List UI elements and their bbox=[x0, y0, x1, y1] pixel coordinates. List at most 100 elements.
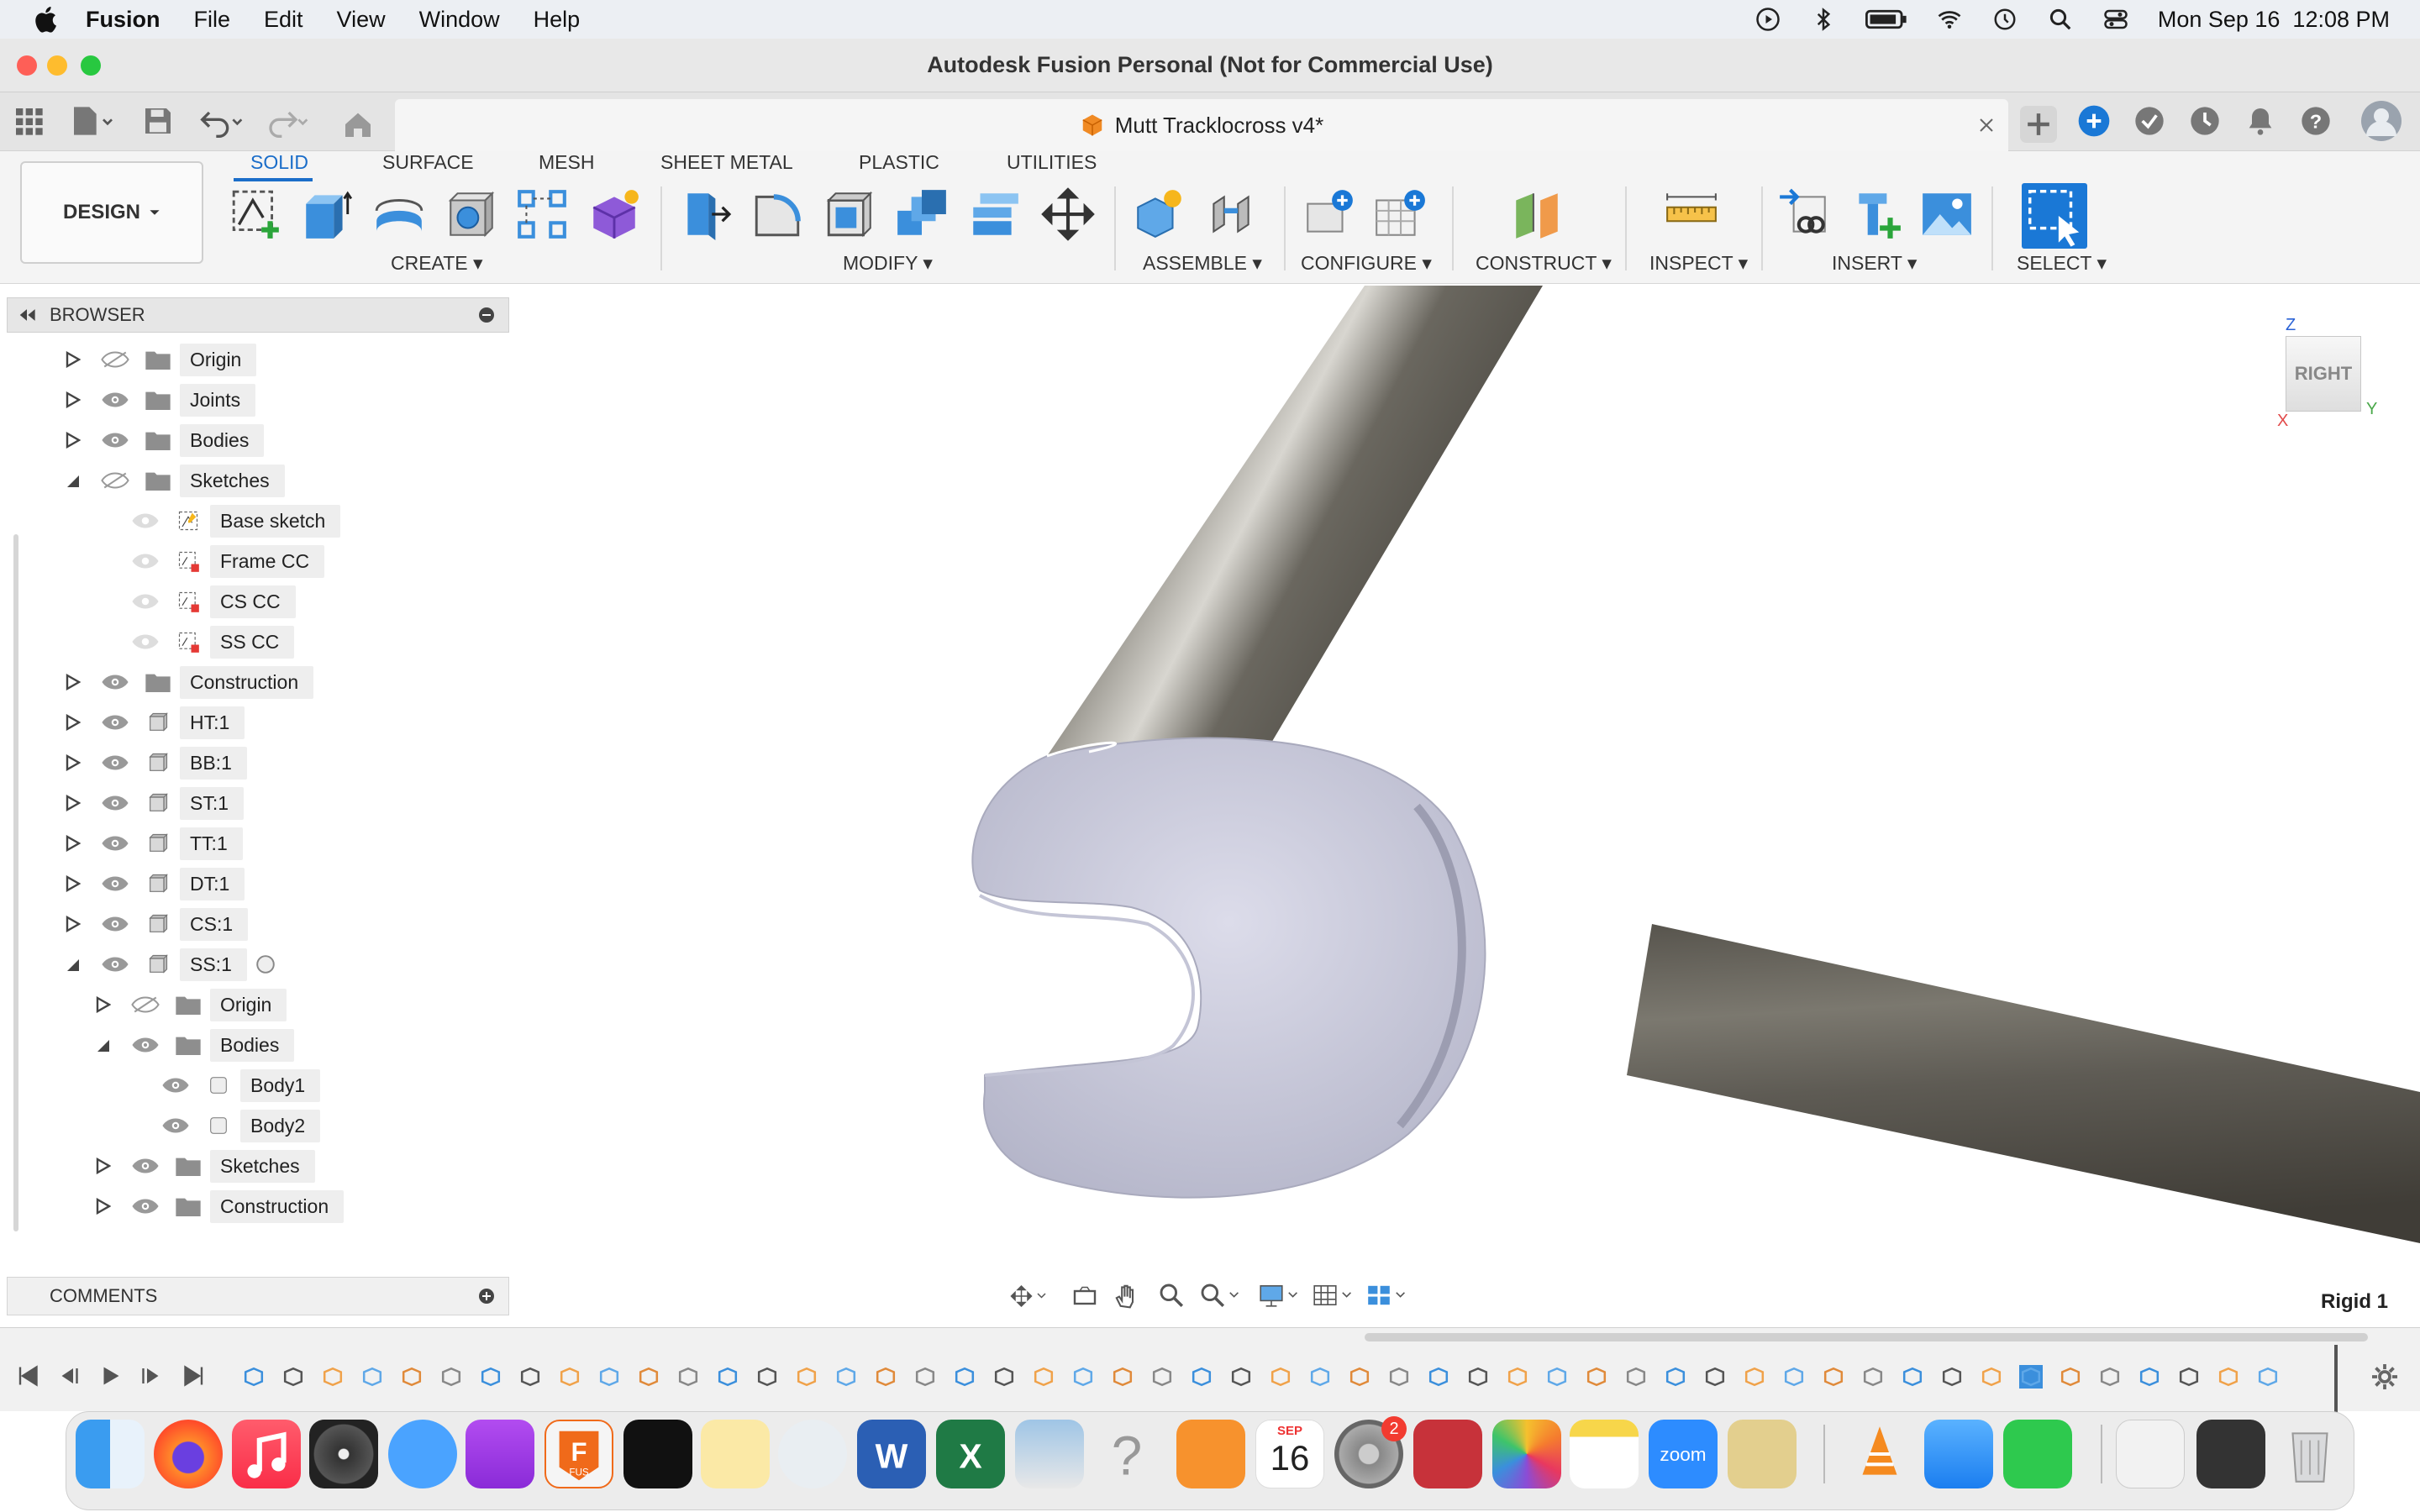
tab-sheet-metal[interactable]: SHEET METAL bbox=[660, 151, 793, 174]
offset-face-icon[interactable] bbox=[966, 186, 1022, 242]
redo-icon[interactable] bbox=[264, 104, 311, 138]
calendar-icon[interactable]: SEP 16 bbox=[1255, 1420, 1324, 1488]
select-tool-button[interactable] bbox=[2022, 183, 2087, 249]
timeline-feature-icon[interactable] bbox=[1703, 1365, 1727, 1389]
combine-icon[interactable] bbox=[894, 186, 950, 242]
browser-tree-item[interactable]: Body1 bbox=[161, 1067, 321, 1104]
new-tab-icon[interactable] bbox=[2020, 106, 2057, 143]
insert-mcmaster-icon[interactable] bbox=[1849, 186, 1904, 242]
timeline-feature-icon[interactable] bbox=[597, 1365, 621, 1389]
preview-icon[interactable] bbox=[1015, 1420, 1084, 1488]
timeline-feature-icon[interactable] bbox=[1940, 1365, 1964, 1389]
panel-minimize-icon[interactable] bbox=[478, 307, 495, 323]
browser-tree-item[interactable]: Frame CC bbox=[131, 543, 325, 580]
timeline-feature-icon[interactable] bbox=[2098, 1365, 2122, 1389]
excel-icon[interactable]: X bbox=[936, 1420, 1005, 1488]
zoom-window-icon[interactable] bbox=[1198, 1282, 1240, 1309]
vlc-icon[interactable] bbox=[1845, 1420, 1914, 1488]
construct-group-label[interactable]: CONSTRUCT ▾ bbox=[1476, 252, 1612, 275]
browser-tree-item[interactable]: CS:1 bbox=[101, 906, 249, 942]
browser-tree-item[interactable]: BB:1 bbox=[101, 744, 247, 781]
browser-tree-item[interactable]: Base sketch bbox=[131, 502, 341, 539]
collapse-panel-icon[interactable] bbox=[18, 309, 36, 321]
browser-tree-item[interactable]: DT:1 bbox=[101, 865, 245, 902]
step-back-icon[interactable] bbox=[55, 1363, 81, 1389]
visibility-eye-icon[interactable] bbox=[101, 874, 129, 893]
browser-tree-item[interactable]: Sketches bbox=[131, 1147, 315, 1184]
timeline-feature-icon[interactable] bbox=[716, 1365, 739, 1389]
musescore-icon[interactable] bbox=[778, 1420, 847, 1488]
timeline-feature-icon[interactable] bbox=[2059, 1365, 2082, 1389]
battery-icon[interactable] bbox=[1865, 7, 1907, 32]
timeline-feature-icon[interactable] bbox=[1664, 1365, 1687, 1389]
create-group-label[interactable]: CREATE ▾ bbox=[391, 252, 483, 275]
history-clock-icon[interactable] bbox=[2188, 104, 2222, 138]
tab-solid[interactable]: SOLID bbox=[250, 151, 308, 174]
timeline-feature-icon[interactable] bbox=[479, 1365, 502, 1389]
measure-icon[interactable] bbox=[1664, 186, 1719, 242]
create-sketch-icon[interactable] bbox=[229, 186, 284, 242]
tab-mesh[interactable]: MESH bbox=[539, 151, 594, 174]
timeline-feature-icon[interactable] bbox=[1032, 1365, 1055, 1389]
timeline-feature-icon[interactable] bbox=[795, 1365, 818, 1389]
pattern-icon[interactable] bbox=[514, 186, 570, 242]
music-icon[interactable] bbox=[232, 1420, 301, 1488]
step-forward-icon[interactable] bbox=[139, 1363, 165, 1389]
play-circle-icon[interactable] bbox=[1754, 7, 1781, 32]
collapsed-triangle-icon[interactable] bbox=[64, 874, 82, 893]
visibility-eye-icon[interactable] bbox=[101, 713, 129, 732]
timeline-feature-icon[interactable] bbox=[281, 1365, 305, 1389]
menu-app-name[interactable]: Fusion bbox=[86, 7, 160, 33]
configure-group-label[interactable]: CONFIGURE ▾ bbox=[1301, 252, 1432, 275]
browser-tree-item[interactable]: Bodies bbox=[131, 1026, 295, 1063]
document-tab[interactable]: Mutt Tracklocross v4* bbox=[395, 99, 2008, 151]
modify-group-label[interactable]: MODIFY ▾ bbox=[843, 252, 933, 275]
select-group-label[interactable]: SELECT ▾ bbox=[2017, 252, 2107, 275]
trash-icon[interactable] bbox=[2275, 1420, 2344, 1488]
help-icon[interactable]: ? bbox=[2299, 104, 2333, 138]
hidden-eye-icon[interactable] bbox=[101, 350, 129, 369]
timeline-feature-icon[interactable] bbox=[1545, 1365, 1569, 1389]
grid-settings-icon[interactable] bbox=[1311, 1282, 1353, 1309]
workspace-switcher[interactable]: DESIGN bbox=[20, 161, 203, 264]
undo-icon[interactable] bbox=[198, 104, 245, 138]
fillet-icon[interactable] bbox=[750, 186, 805, 242]
move-copy-icon[interactable] bbox=[1040, 186, 1096, 242]
collapsed-triangle-icon[interactable] bbox=[64, 350, 82, 369]
pan-hand-icon[interactable] bbox=[1113, 1282, 1139, 1309]
zoom-window-button[interactable] bbox=[81, 55, 101, 76]
visibility-eye-icon[interactable] bbox=[101, 794, 129, 812]
play-icon[interactable] bbox=[97, 1363, 123, 1389]
collapsed-triangle-icon[interactable] bbox=[64, 391, 82, 409]
timeline-feature-icon[interactable] bbox=[953, 1365, 976, 1389]
tab-surface[interactable]: SURFACE bbox=[382, 151, 474, 174]
timeline-feature-icon[interactable] bbox=[1269, 1365, 1292, 1389]
inspect-group-label[interactable]: INSPECT ▾ bbox=[1649, 252, 1748, 275]
word-icon[interactable]: W bbox=[857, 1420, 926, 1488]
browser-scrollbar[interactable] bbox=[13, 534, 18, 1231]
menu-edit[interactable]: Edit bbox=[264, 7, 303, 33]
collapsed-triangle-icon[interactable] bbox=[94, 995, 112, 1014]
timeline-feature-icon[interactable] bbox=[1822, 1365, 1845, 1389]
timeline-feature-icon[interactable] bbox=[2177, 1365, 2201, 1389]
timeline-feature-icon[interactable] bbox=[518, 1365, 542, 1389]
timeline-feature-icon[interactable] bbox=[1229, 1365, 1253, 1389]
user-avatar[interactable] bbox=[2361, 101, 2402, 141]
browser-tree-item[interactable]: Origin bbox=[101, 341, 257, 378]
close-window-button[interactable] bbox=[17, 55, 37, 76]
zoom-app-icon[interactable]: zoom bbox=[1649, 1420, 1718, 1488]
timeline-feature-icon[interactable] bbox=[1980, 1365, 2003, 1389]
dvd-player-icon[interactable] bbox=[309, 1420, 378, 1488]
timeline-feature-icon[interactable] bbox=[874, 1365, 897, 1389]
notes-icon[interactable] bbox=[1570, 1420, 1639, 1488]
menu-help[interactable]: Help bbox=[534, 7, 581, 33]
timeline-feature-icon[interactable] bbox=[676, 1365, 700, 1389]
timeline-feature-icon[interactable] bbox=[1624, 1365, 1648, 1389]
timeline-feature-icon[interactable] bbox=[2217, 1365, 2240, 1389]
save-icon[interactable] bbox=[141, 104, 175, 138]
timeline-feature-icon[interactable] bbox=[1387, 1365, 1411, 1389]
timeline-feature-icon[interactable] bbox=[1743, 1365, 1766, 1389]
activate-radio-icon[interactable] bbox=[254, 953, 277, 976]
browser-tree-item[interactable]: Body2 bbox=[161, 1107, 321, 1144]
minimize-window-button[interactable] bbox=[47, 55, 67, 76]
